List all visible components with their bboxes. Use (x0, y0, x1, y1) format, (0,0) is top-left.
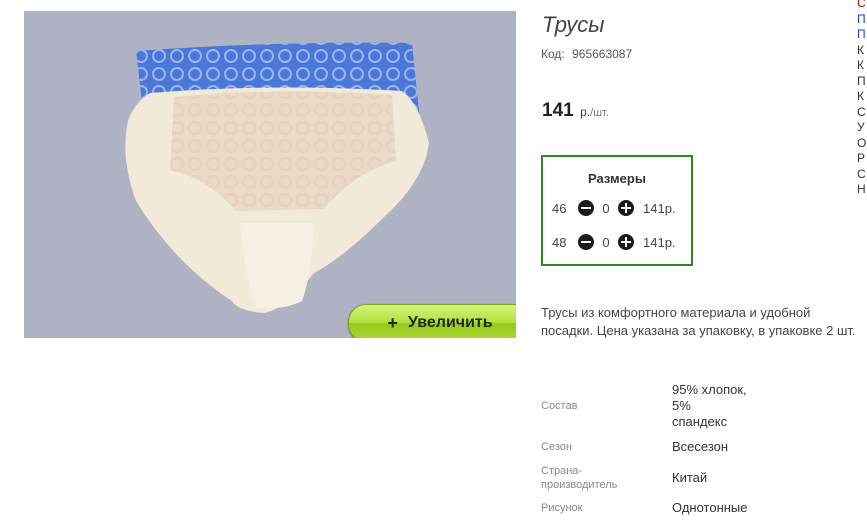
attribute-key: Страна- производитель (541, 465, 618, 491)
attributes-table: Состав 95% хлопок, 5% спандекс Сезон Все… (541, 380, 748, 521)
quantity-value: 0 (602, 200, 610, 216)
attribute-row: Состав 95% хлопок, 5% спандекс (541, 380, 748, 432)
zoom-button[interactable]: + Увеличить (348, 304, 516, 338)
price-unit: р./шт. (580, 105, 609, 119)
side-menu-item[interactable]: П (857, 74, 867, 90)
attribute-key: Состав (541, 400, 578, 412)
side-menu-item[interactable]: П (857, 12, 867, 28)
size-price: 141р. (643, 200, 676, 216)
price-per-unit: /шт. (590, 107, 609, 119)
plus-icon[interactable] (618, 200, 634, 216)
sizes-panel: Размеры 46 0 141р. 48 0 141р. (541, 155, 693, 266)
product-code: Код: 965663087 (541, 47, 632, 61)
price-value: 141 (542, 100, 574, 121)
size-label: 46 (552, 200, 567, 216)
attribute-row: Сезон Всесезон (541, 432, 748, 461)
product-photo[interactable]: + Увеличить (24, 11, 516, 338)
side-menu-item[interactable]: С (857, 0, 867, 12)
side-menu-item[interactable]: К (857, 43, 867, 59)
product-image (125, 42, 429, 313)
product-title: Трусы (542, 12, 605, 37)
product-code-value: 965663087 (572, 47, 633, 61)
attribute-row: Страна- производитель Китай (541, 461, 748, 495)
minus-icon[interactable] (578, 234, 594, 250)
product-code-label: Код: (541, 47, 565, 61)
size-label: 48 (552, 234, 567, 250)
side-menu: СППККПКСУОРСН (857, 0, 867, 198)
sizes-title: Размеры (588, 171, 646, 186)
side-menu-item[interactable]: С (857, 167, 867, 183)
attribute-row: Рисунок Однотонные (541, 495, 748, 521)
product-description: Трусы из комфортного материала и удобной… (541, 305, 856, 338)
plus-icon[interactable] (618, 234, 634, 250)
minus-icon[interactable] (578, 200, 594, 216)
zoom-button-label: Увеличить (407, 314, 493, 331)
attribute-key: Рисунок (541, 502, 583, 514)
size-row: 48 0 141р. (552, 234, 676, 250)
side-menu-item[interactable]: С (857, 105, 867, 121)
attribute-value: 95% хлопок, 5% спандекс (672, 382, 747, 429)
side-menu-item[interactable]: П (857, 27, 867, 43)
attribute-value: Китай (672, 470, 708, 485)
side-menu-item[interactable]: К (857, 89, 867, 105)
side-menu-item[interactable]: О (857, 136, 867, 152)
plus-icon: + (387, 312, 398, 333)
price-currency: р. (580, 105, 591, 119)
attribute-value: Однотонные (672, 500, 748, 515)
size-row: 46 0 141р. (552, 200, 676, 216)
side-menu-item[interactable]: К (857, 58, 867, 74)
side-menu-item[interactable]: Н (857, 182, 867, 198)
size-price: 141р. (643, 234, 676, 250)
attribute-value: Всесезон (672, 438, 729, 454)
attribute-key: Сезон (541, 440, 572, 453)
side-menu-item[interactable]: Р (857, 151, 867, 167)
quantity-value: 0 (602, 234, 610, 250)
side-menu-item[interactable]: У (857, 120, 867, 136)
product-price: 141 р./шт. (542, 100, 609, 122)
